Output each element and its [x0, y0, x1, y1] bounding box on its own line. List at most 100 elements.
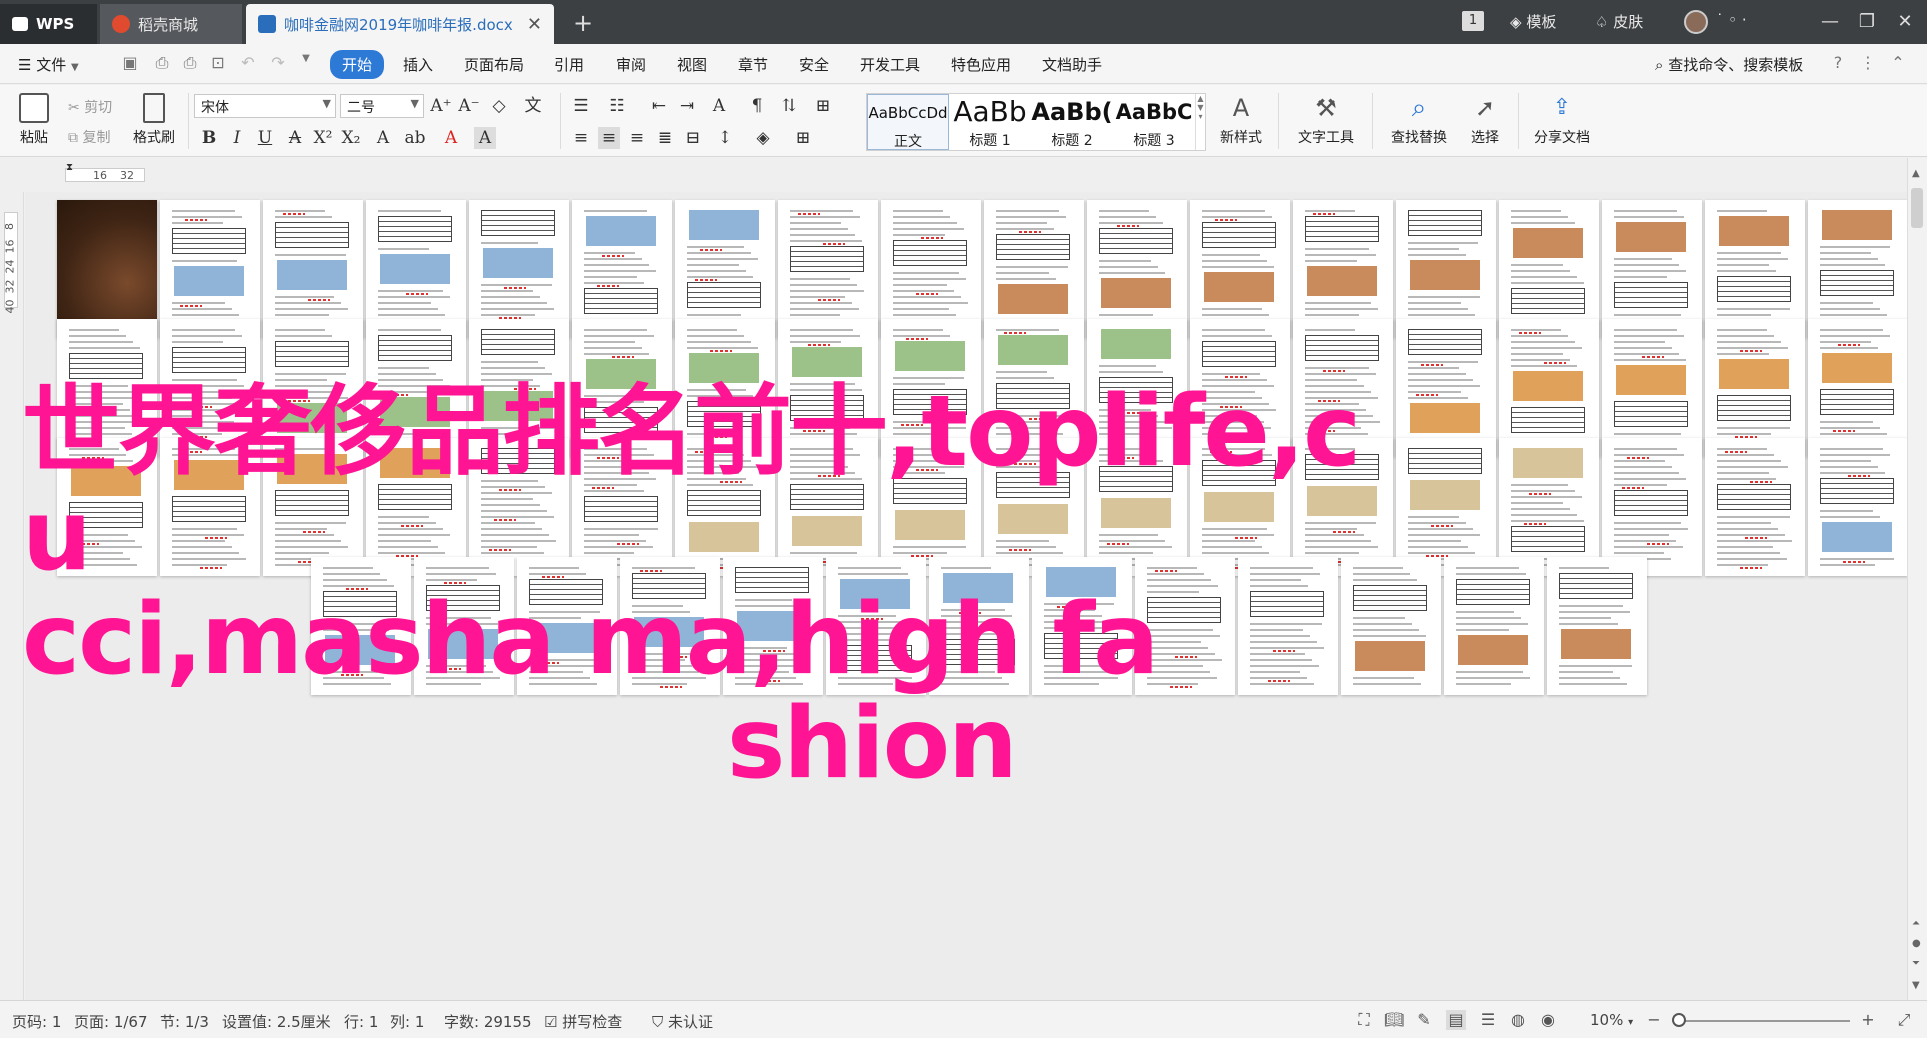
page-thumbnail[interactable] — [1602, 200, 1702, 338]
page-thumbnail[interactable] — [263, 200, 363, 338]
text-effect-icon[interactable]: A — [372, 127, 394, 149]
page-thumbnail[interactable] — [1808, 438, 1907, 576]
shop-tab[interactable]: 稻壳商城 — [100, 4, 242, 44]
find-replace-button[interactable]: ⌕ 查找替换 — [1382, 93, 1456, 147]
char-shading-icon[interactable]: A — [474, 127, 496, 149]
new-style-button[interactable]: A 新样式 — [1212, 93, 1270, 147]
page-thumbnail[interactable] — [1547, 557, 1647, 695]
page-thumbnail[interactable] — [1087, 200, 1187, 338]
close-window-icon[interactable]: ✕ — [1890, 8, 1920, 36]
page-thumbnail[interactable] — [1705, 438, 1805, 576]
shading-icon[interactable]: ◈ — [752, 127, 774, 149]
style-heading-3[interactable]: AaBbC 标题 3 — [1113, 94, 1195, 150]
align-left-icon[interactable]: ≡ — [570, 127, 592, 149]
scroll-thumb[interactable] — [1911, 188, 1923, 228]
bullet-list-icon[interactable]: ☰ — [570, 95, 592, 117]
wps-home-tab[interactable]: WPS — [0, 4, 97, 44]
page-thumbnail[interactable] — [1499, 319, 1599, 457]
help-icon[interactable]: ? — [1828, 53, 1848, 73]
superscript-icon[interactable]: X² — [312, 127, 334, 149]
file-menu[interactable]: ☰ 文件 ▼ — [18, 54, 79, 75]
tab-security[interactable]: 安全 — [799, 54, 829, 75]
more-options-icon[interactable]: ⋮ — [1858, 53, 1878, 73]
tab-view[interactable]: 视图 — [677, 54, 707, 75]
table-border-icon[interactable]: ⊞ — [812, 95, 834, 117]
certification-button[interactable]: ⛉ 未认证 — [652, 1011, 713, 1032]
status-page-number[interactable]: 页码: 1 — [12, 1011, 61, 1032]
line-spacing-icon[interactable]: ↕ — [714, 127, 736, 149]
status-word-count[interactable]: 字数: 29155 — [444, 1011, 532, 1032]
web-view-icon[interactable]: ◍ — [1508, 1010, 1528, 1030]
export-pdf-icon[interactable]: ⎙ — [152, 53, 172, 73]
share-doc-button[interactable]: ⇪ 分享文档 — [1528, 93, 1596, 147]
zoom-slider-handle[interactable] — [1672, 1013, 1686, 1027]
page-thumbnail[interactable] — [984, 200, 1084, 338]
copy-button[interactable]: ⧉ 复制 — [68, 127, 110, 147]
page-thumbnail[interactable] — [1499, 200, 1599, 338]
skin-button[interactable]: ♤ 皮肤 — [1595, 11, 1643, 32]
page-thumbnail[interactable] — [1293, 200, 1393, 338]
indent-marker-icon[interactable]: ⧗ — [66, 162, 73, 173]
paste-button[interactable]: 粘贴 — [12, 93, 56, 147]
underline-icon[interactable]: U — [254, 127, 276, 149]
tab-developer[interactable]: 开发工具 — [860, 54, 920, 75]
tab-references[interactable]: 引用 — [554, 54, 584, 75]
page-thumbnail[interactable] — [1808, 319, 1907, 457]
page-thumbnail[interactable] — [572, 200, 672, 338]
page-thumbnail[interactable] — [1396, 319, 1496, 457]
bold-icon[interactable]: B — [198, 127, 220, 149]
tab-special-apps[interactable]: 特色应用 — [951, 54, 1011, 75]
highlight-icon[interactable]: ab — [404, 127, 426, 149]
font-color-icon[interactable]: A — [440, 127, 462, 149]
reading-mode-icon[interactable]: 📖︎ — [1384, 1010, 1404, 1030]
font-name-select[interactable]: 宋体 ▼ — [194, 94, 336, 118]
expand-icon[interactable]: ⤢ — [1894, 1010, 1914, 1030]
page-thumbnail[interactable] — [675, 200, 775, 338]
chinese-layout-icon[interactable]: A — [708, 95, 730, 117]
page-thumbnail[interactable] — [1190, 200, 1290, 338]
page-thumbnail[interactable] — [1808, 200, 1907, 338]
tab-insert[interactable]: 插入 — [403, 54, 433, 75]
status-page-count[interactable]: 页面: 1/67 — [74, 1011, 148, 1032]
page-thumbnail[interactable] — [1396, 438, 1496, 576]
undo-icon[interactable]: ↶ — [238, 53, 258, 73]
scroll-down-icon[interactable]: ▼ — [1912, 980, 1920, 991]
align-center-icon[interactable]: ≡ — [598, 127, 620, 149]
scroll-up-icon[interactable]: ▲ — [1912, 168, 1920, 179]
zoom-out-icon[interactable]: − — [1644, 1010, 1664, 1030]
grow-font-icon[interactable]: A⁺ — [430, 95, 452, 117]
distributed-icon[interactable]: ⊟ — [682, 127, 704, 149]
text-tools-button[interactable]: ⚒ 文字工具 — [1290, 93, 1362, 147]
select-browse-icon[interactable]: ● — [1912, 938, 1921, 949]
page-thumbnail[interactable] — [469, 200, 569, 338]
fullscreen-icon[interactable]: ⛶ — [1354, 1010, 1374, 1030]
shrink-font-icon[interactable]: A⁻ — [458, 95, 480, 117]
page-thumbnail[interactable] — [1444, 557, 1544, 695]
outline-view-icon[interactable]: ☰ — [1478, 1010, 1498, 1030]
style-gallery-scroll[interactable]: ▲ ▼ ▾ — [1195, 94, 1205, 150]
restore-icon[interactable]: ❐ — [1852, 8, 1882, 36]
style-normal[interactable]: AaBbCcDd 正文 — [867, 94, 949, 150]
page-thumbnail[interactable] — [1602, 438, 1702, 576]
tab-page-layout[interactable]: 页面布局 — [464, 54, 524, 75]
quick-access-more-icon[interactable]: ▼ — [296, 53, 316, 73]
increase-indent-icon[interactable]: ⇥ — [676, 95, 698, 117]
page-thumbnail[interactable] — [1602, 319, 1702, 457]
cut-button[interactable]: ✂ 剪切 — [68, 97, 112, 117]
strikethrough-icon[interactable]: A — [284, 127, 306, 149]
decrease-indent-icon[interactable]: ⇤ — [648, 95, 670, 117]
page-thumbnail[interactable] — [1396, 200, 1496, 338]
tab-chapter[interactable]: 章节 — [738, 54, 768, 75]
command-search[interactable]: ⌕ 查找命令、搜索模板 — [1655, 54, 1803, 75]
zoom-level[interactable]: 10% ▾ — [1590, 1011, 1633, 1029]
collapse-ribbon-icon[interactable]: ⌃ — [1888, 53, 1908, 73]
page-thumbnail[interactable] — [881, 200, 981, 338]
page-thumbnail[interactable] — [1705, 319, 1805, 457]
new-tab-button[interactable]: + — [568, 8, 598, 38]
page-down-icon[interactable]: ⏷ — [1912, 958, 1920, 969]
italic-icon[interactable]: I — [226, 127, 248, 149]
align-right-icon[interactable]: ≡ — [626, 127, 648, 149]
select-button[interactable]: ➚ 选择 — [1460, 93, 1510, 147]
user-menu-icon[interactable]: ˙ ◦ · — [1716, 11, 1747, 29]
window-count-badge[interactable]: 1 — [1462, 11, 1484, 31]
